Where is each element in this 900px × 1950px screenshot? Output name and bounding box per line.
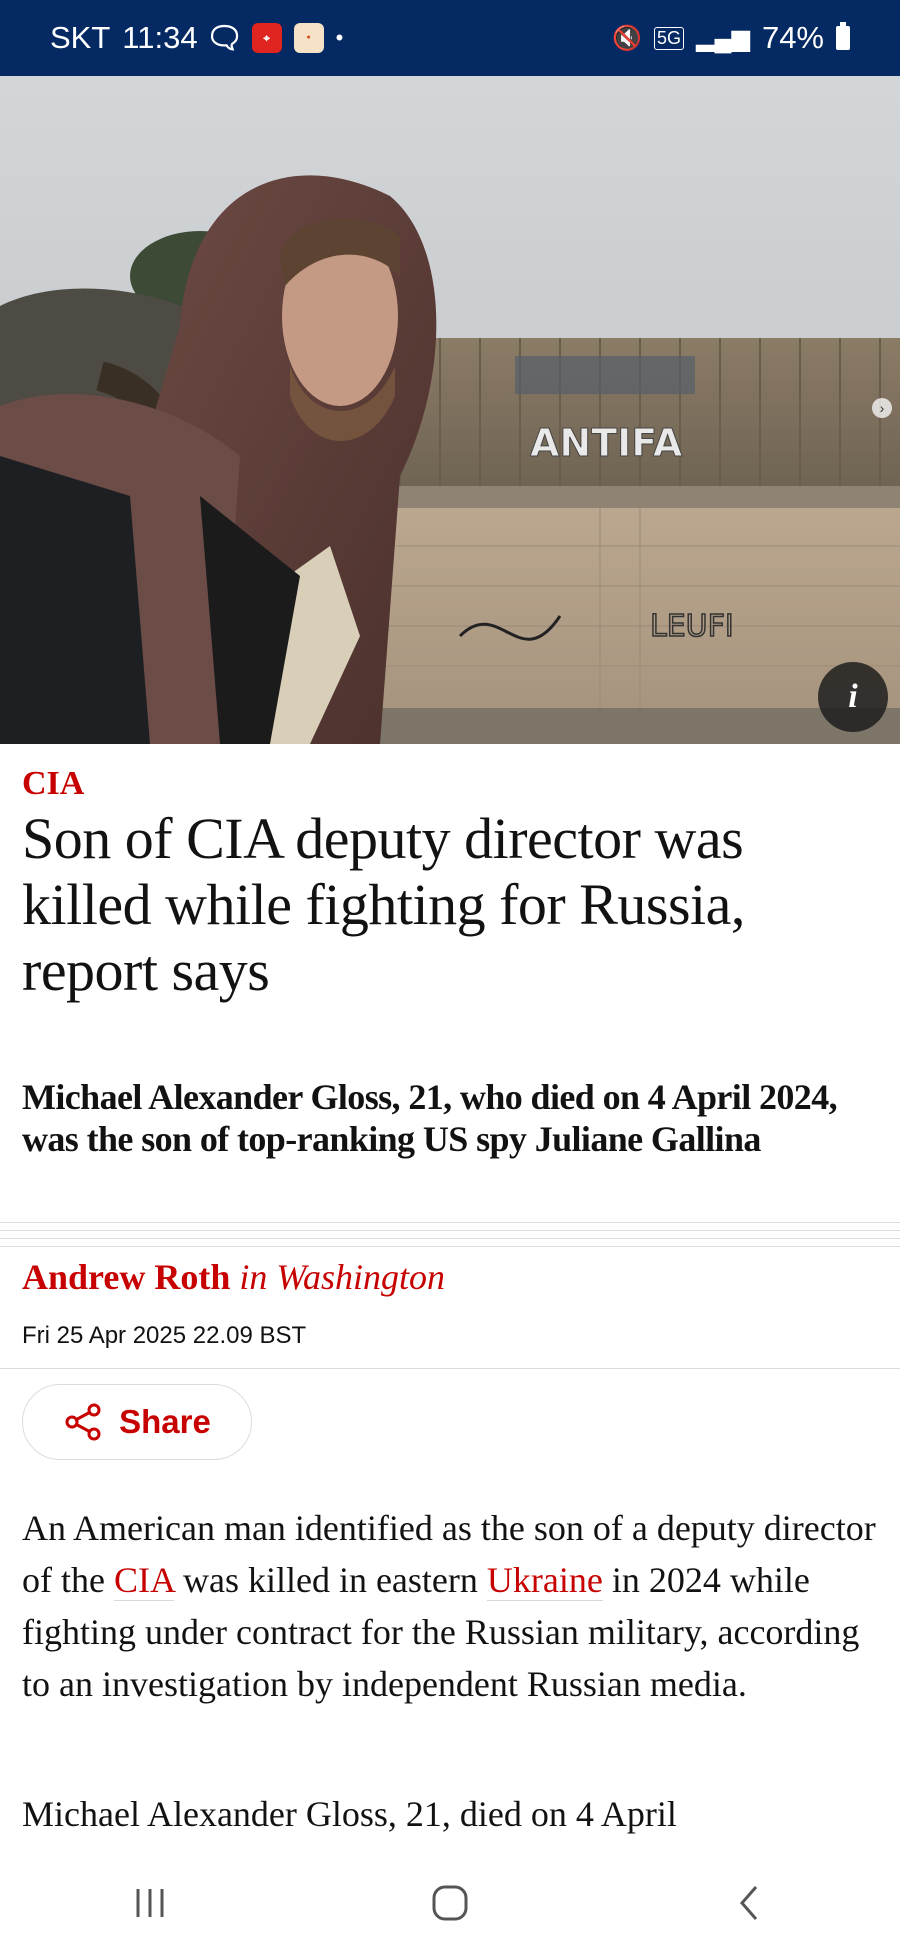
clock: 11:34 [122,20,198,55]
battery-percent: 74% [761,20,824,55]
navigation-bar [0,1856,900,1950]
share-icon [65,1403,101,1441]
battery-icon [836,22,850,50]
section-kicker[interactable]: CIA [22,765,84,803]
share-button[interactable]: Share [22,1384,252,1460]
mute-icon: 🔇 [612,24,643,52]
ukraine-link[interactable]: Ukraine [486,1560,603,1601]
status-left: SKT 11:34 🗨 ⌖ ● • [50,20,343,56]
hero-photo-illustration: ANTIFA LEUFI [0,76,900,744]
status-bar: SKT 11:34 🗨 ⌖ ● • 🔇 5G ▂▄▆ 74% [0,0,900,76]
back-button[interactable] [710,1873,790,1933]
section-divider [0,1222,900,1252]
share-label: Share [119,1403,211,1440]
home-button[interactable] [410,1873,490,1933]
divider [0,1368,900,1369]
graffiti-antifa: ANTIFA [530,421,683,465]
publish-date: Fri 25 Apr 2025 22.09 BST [22,1322,307,1349]
more-notifications-dot-icon: • [335,25,344,50]
gallery-next-icon[interactable]: › [872,398,892,418]
standfirst: Michael Alexander Gloss, 21, who died on… [22,1077,838,1159]
byline-location: in Washington [239,1257,446,1297]
status-right: 🔇 5G ▂▄▆ 74% [612,20,850,56]
jacket [0,456,150,744]
sidewalk [360,708,900,744]
body-paragraph-1: An American man identified as the son of… [22,1502,882,1710]
headline: Son of CIA deputy director was killed wh… [22,806,745,1003]
graffiti-leufi: LEUFI [650,609,734,644]
app-notification-icon: ⌖ [251,23,282,53]
author-link[interactable]: Andrew Roth [22,1257,230,1297]
recent-apps-icon [136,1889,164,1917]
recent-apps-button[interactable] [110,1873,190,1933]
food-app-notification-icon: ● [293,23,324,53]
body-paragraph-2: Michael Alexander Gloss, 21, died on 4 A… [22,1794,677,1834]
carrier: SKT [50,20,111,55]
signal-icon: ▂▄▆ [696,24,750,52]
info-icon[interactable]: i [818,662,888,732]
cia-link[interactable]: CIA [113,1560,174,1601]
windows [515,356,695,394]
byline: Andrew Roth in Washington [22,1256,445,1298]
ledge [380,486,900,508]
paragraph-text: was killed in eastern [173,1560,487,1600]
back-icon [740,1886,758,1920]
network-type: 5G [654,26,685,50]
chat-notification-icon: 🗨 [205,21,244,55]
home-icon [432,1885,468,1921]
hero-image[interactable]: ANTIFA LEUFI › i [0,76,900,744]
